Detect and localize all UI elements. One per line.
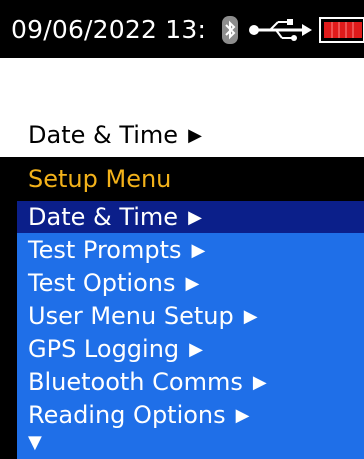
battery-icon [319, 17, 364, 43]
menu-item-date-time[interactable]: Date & Time ▶ [17, 201, 364, 233]
menu-item-test-prompts[interactable]: Test Prompts ▶ [17, 234, 364, 266]
menu-item-label: Test Options [28, 269, 176, 297]
menu-item-reading-options[interactable]: Reading Options ▶ [17, 399, 364, 431]
menu-item-label: User Menu Setup [28, 302, 234, 330]
breadcrumb-arrow-icon: ▶ [188, 125, 202, 146]
menu-title: Setup Menu [28, 165, 172, 193]
breadcrumb-label: Date & Time [28, 121, 179, 149]
date-time-readout: 09/06/2022 13: [11, 15, 207, 44]
scroll-down-icon[interactable]: ▼ [28, 432, 42, 454]
status-bar: 09/06/2022 13: [0, 0, 364, 58]
usb-icon [249, 19, 312, 41]
menu-item-label: GPS Logging [28, 335, 180, 363]
bluetooth-icon [222, 16, 238, 44]
submenu-arrow-icon: ▶ [185, 273, 200, 294]
menu-item-label: Bluetooth Comms [28, 368, 243, 396]
menu-item-gps-logging[interactable]: GPS Logging ▶ [17, 333, 364, 365]
submenu-arrow-icon: ▶ [243, 306, 258, 327]
menu-item-label: Test Prompts [28, 236, 182, 264]
menu-item-label: Date & Time [28, 203, 179, 231]
breadcrumb-panel: Date & Time ▶ [0, 58, 364, 157]
submenu-arrow-icon: ▶ [235, 405, 250, 426]
submenu-arrow-icon: ▶ [189, 339, 203, 360]
submenu-arrow-icon: ▶ [252, 372, 267, 393]
submenu-arrow-icon: ▶ [191, 240, 206, 261]
breadcrumb: Date & Time ▶ [28, 120, 202, 151]
menu-title-bar: Setup Menu [0, 158, 364, 201]
menu-item-user-menu-setup[interactable]: User Menu Setup ▶ [17, 300, 364, 332]
setup-menu: Date & Time ▶ Test Prompts ▶ Test Options ▶… [17, 201, 364, 459]
submenu-arrow-icon: ▶ [188, 207, 202, 228]
menu-item-test-options[interactable]: Test Options ▶ [17, 267, 364, 299]
menu-item-label: Reading Options [28, 401, 226, 429]
menu-item-bluetooth-comms[interactable]: Bluetooth Comms ▶ [17, 366, 364, 398]
device-screen: 09/06/2022 13: Date & Time ▶ Setup Menu … [0, 0, 364, 459]
